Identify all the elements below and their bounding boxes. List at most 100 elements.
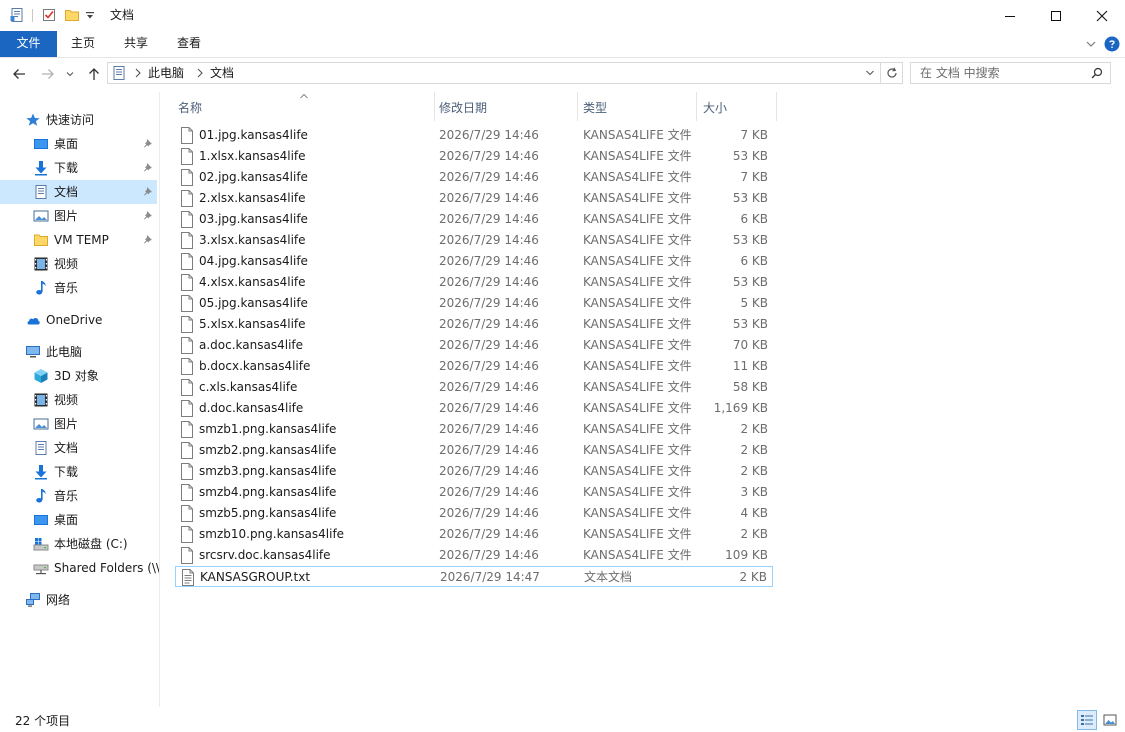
table-row[interactable]: srcsrv.doc.kansas4life 2026/7/29 14:46 KAN… bbox=[175, 545, 773, 566]
table-row[interactable]: 4.xlsx.kansas4life 2026/7/29 14:46 KANSAS4… bbox=[175, 272, 773, 293]
file-icon bbox=[180, 463, 194, 480]
pin-icon[interactable] bbox=[143, 186, 153, 196]
table-row[interactable]: a.doc.kansas4life 2026/7/29 14:46 KANSAS4L… bbox=[175, 335, 773, 356]
sidebar-item-downloads[interactable]: 下载 bbox=[0, 460, 157, 484]
ribbon-expand-button[interactable] bbox=[1083, 36, 1099, 52]
help-button[interactable] bbox=[1104, 36, 1120, 52]
customize-dropdown-icon[interactable] bbox=[84, 7, 100, 23]
sidebar-item-downloads[interactable]: 下载 bbox=[0, 156, 157, 180]
table-row[interactable]: smzb1.png.kansas4life 2026/7/29 14:46 KANS… bbox=[175, 419, 773, 440]
table-row[interactable]: 01.jpg.kansas4life 2026/7/29 14:46 KANSAS4… bbox=[175, 125, 773, 146]
back-button[interactable] bbox=[11, 66, 27, 82]
table-row[interactable]: 05.jpg.kansas4life 2026/7/29 14:46 KANSAS4… bbox=[175, 293, 773, 314]
sidebar-item-shared-folders[interactable]: Shared Folders (\\ bbox=[0, 556, 159, 580]
pin-icon[interactable] bbox=[143, 138, 153, 148]
table-row[interactable]: c.xls.kansas4life 2026/7/29 14:46 KANSAS4L… bbox=[175, 377, 773, 398]
breadcrumb-separator-icon[interactable] bbox=[134, 68, 142, 78]
table-row[interactable]: 1.xlsx.kansas4life 2026/7/29 14:46 KANSAS4… bbox=[175, 146, 773, 167]
file-type: KANSAS4LIFE 文件 bbox=[583, 149, 692, 163]
sidebar-item-music[interactable]: 音乐 bbox=[0, 276, 157, 300]
refresh-button[interactable] bbox=[881, 62, 903, 84]
table-row[interactable]: smzb10.png.kansas4life 2026/7/29 14:46 KAN… bbox=[175, 524, 773, 545]
sidebar-item-local-disk[interactable]: 本地磁盘 (C:) bbox=[0, 532, 157, 556]
sidebar-item-documents[interactable]: 文档 bbox=[0, 436, 157, 460]
table-row[interactable]: b.docx.kansas4life 2026/7/29 14:46 KANSAS4… bbox=[175, 356, 773, 377]
file-icon bbox=[180, 211, 194, 228]
videos-icon bbox=[33, 392, 49, 408]
column-header-date[interactable]: 修改日期 bbox=[435, 92, 577, 121]
search-input[interactable] bbox=[912, 64, 1090, 82]
file-size: 6 KB bbox=[740, 254, 768, 268]
search-box[interactable] bbox=[910, 62, 1111, 84]
file-type: KANSAS4LIFE 文件 bbox=[583, 443, 692, 457]
sidebar-item-this-pc[interactable]: 此电脑 bbox=[0, 340, 157, 364]
sidebar-item-pictures[interactable]: 图片 bbox=[0, 412, 157, 436]
pin-icon[interactable] bbox=[143, 162, 153, 172]
sidebar-item-label: 桌面 bbox=[54, 513, 79, 527]
chevron-down-icon bbox=[866, 70, 874, 76]
file-size: 7 KB bbox=[740, 170, 768, 184]
recent-locations-button[interactable] bbox=[64, 66, 76, 82]
address-bar[interactable]: 此电脑 文档 bbox=[107, 62, 881, 84]
table-row[interactable]: smzb3.png.kansas4life 2026/7/29 14:46 KANS… bbox=[175, 461, 773, 482]
minimize-button[interactable] bbox=[987, 0, 1033, 31]
sidebar-item-music[interactable]: 音乐 bbox=[0, 484, 157, 508]
tab-view[interactable]: 查看 bbox=[165, 31, 213, 57]
sidebar-item-quick-access[interactable]: 快速访问 bbox=[0, 108, 157, 132]
local-disk-icon bbox=[33, 536, 49, 552]
file-size: 53 KB bbox=[732, 149, 768, 163]
table-row[interactable]: smzb5.png.kansas4life 2026/7/29 14:46 KANS… bbox=[175, 503, 773, 524]
file-icon bbox=[180, 169, 194, 186]
file-type: KANSAS4LIFE 文件 bbox=[583, 422, 692, 436]
forward-button[interactable] bbox=[40, 66, 56, 82]
column-header-type[interactable]: 类型 bbox=[578, 92, 696, 121]
sidebar-item-network[interactable]: 网络 bbox=[0, 588, 157, 612]
sidebar-item-videos[interactable]: 视频 bbox=[0, 252, 157, 276]
search-icon[interactable] bbox=[1091, 67, 1103, 79]
large-icons-view-button[interactable] bbox=[1100, 710, 1120, 730]
column-header-size[interactable]: 大小 bbox=[697, 92, 776, 121]
sidebar-item-documents[interactable]: 文档 bbox=[0, 180, 157, 204]
maximize-button[interactable] bbox=[1033, 0, 1079, 31]
up-button[interactable] bbox=[86, 66, 102, 82]
pin-icon[interactable] bbox=[143, 210, 153, 220]
breadcrumb-separator-icon[interactable] bbox=[196, 68, 204, 78]
table-row[interactable]: KANSASGROUP.txt 2026/7/29 14:47 文本文档 2 KB bbox=[175, 566, 773, 587]
details-view-button[interactable] bbox=[1077, 710, 1097, 730]
sidebar-item-pictures[interactable]: 图片 bbox=[0, 204, 157, 228]
table-row[interactable]: 3.xlsx.kansas4life 2026/7/29 14:46 KANSAS4… bbox=[175, 230, 773, 251]
sidebar-item-desktop[interactable]: 桌面 bbox=[0, 508, 157, 532]
sidebar-item-3d-objects[interactable]: 3D 对象 bbox=[0, 364, 157, 388]
sidebar-item-vm-temp[interactable]: VM TEMP bbox=[0, 228, 157, 252]
table-row[interactable]: smzb4.png.kansas4life 2026/7/29 14:46 KANS… bbox=[175, 482, 773, 503]
breadcrumb-this-pc[interactable]: 此电脑 bbox=[148, 66, 184, 80]
column-header-name[interactable]: 名称 bbox=[170, 92, 435, 121]
file-name: 5.xlsx.kansas4life bbox=[199, 317, 306, 331]
sidebar-item-videos[interactable]: 视频 bbox=[0, 388, 157, 412]
new-folder-icon[interactable] bbox=[64, 7, 80, 23]
table-row[interactable]: 2.xlsx.kansas4life 2026/7/29 14:46 KANSAS4… bbox=[175, 188, 773, 209]
table-row[interactable]: 02.jpg.kansas4life 2026/7/29 14:46 KANSAS4… bbox=[175, 167, 773, 188]
pin-icon[interactable] bbox=[143, 234, 153, 244]
address-dropdown-button[interactable] bbox=[865, 68, 875, 78]
checkmark-icon[interactable] bbox=[41, 7, 57, 23]
table-row[interactable]: smzb2.png.kansas4life 2026/7/29 14:46 KANS… bbox=[175, 440, 773, 461]
file-size: 53 KB bbox=[732, 191, 768, 205]
sidebar-item-desktop[interactable]: 桌面 bbox=[0, 132, 157, 156]
table-row[interactable]: 03.jpg.kansas4life 2026/7/29 14:46 KANSAS4… bbox=[175, 209, 773, 230]
tab-share[interactable]: 共享 bbox=[112, 31, 160, 57]
table-row[interactable]: 5.xlsx.kansas4life 2026/7/29 14:46 KANSAS4… bbox=[175, 314, 773, 335]
close-button[interactable] bbox=[1079, 0, 1125, 31]
document-properties-icon[interactable] bbox=[9, 7, 25, 23]
tab-home[interactable]: 主页 bbox=[59, 31, 107, 57]
file-size: 11 KB bbox=[732, 359, 768, 373]
sidebar-item-onedrive[interactable]: OneDrive bbox=[0, 308, 157, 332]
tab-file[interactable]: 文件 bbox=[0, 31, 57, 57]
breadcrumb-documents[interactable]: 文档 bbox=[210, 66, 234, 80]
table-row[interactable]: 04.jpg.kansas4life 2026/7/29 14:46 KANSAS4… bbox=[175, 251, 773, 272]
file-size: 70 KB bbox=[732, 338, 768, 352]
column-divider[interactable] bbox=[776, 92, 777, 121]
table-row[interactable]: d.doc.kansas4life 2026/7/29 14:46 KANSAS4L… bbox=[175, 398, 773, 419]
file-size: 109 KB bbox=[725, 548, 768, 562]
file-icon bbox=[180, 379, 194, 396]
